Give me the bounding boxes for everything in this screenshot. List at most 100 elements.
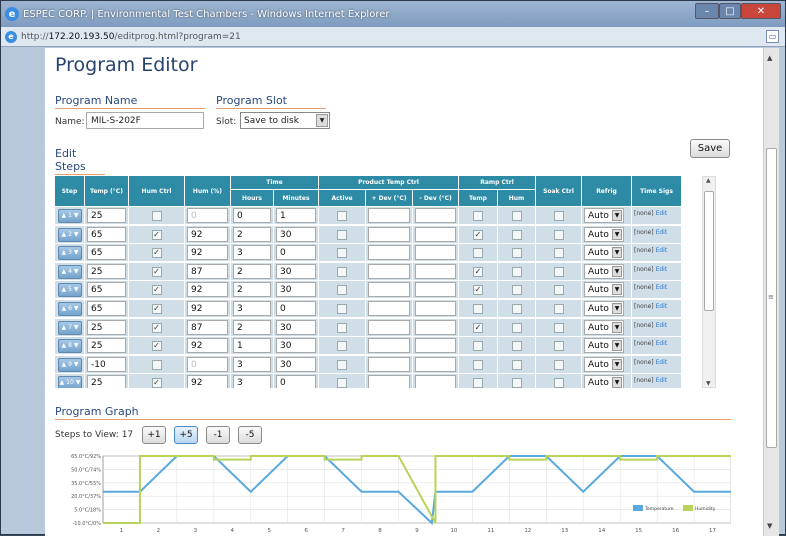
pdev-input[interactable] [368, 282, 410, 298]
refrig-select[interactable]: Auto ▼ [584, 263, 624, 279]
compatibility-icon[interactable]: ▭ [766, 30, 779, 43]
refrig-select[interactable]: Auto ▼ [584, 282, 624, 298]
ramp-temp-checkbox[interactable] [473, 304, 483, 314]
hum-ctrl-checkbox[interactable]: ✓ [151, 229, 162, 240]
save-button[interactable]: Save [690, 139, 730, 158]
ramp-temp-checkbox[interactable]: ✓ [473, 229, 483, 240]
mdev-input[interactable] [415, 375, 456, 388]
minutes-input[interactable]: 30 [276, 282, 316, 298]
page-scrollbar[interactable]: ▲ ≡ ▼ [763, 48, 779, 536]
hum-input[interactable]: 92 [187, 338, 228, 354]
minimize-button[interactable]: – [695, 3, 719, 19]
ramp-temp-checkbox[interactable] [473, 359, 483, 370]
refrig-select[interactable]: Auto ▼ [584, 375, 624, 388]
minutes-input[interactable]: 0 [276, 245, 316, 261]
minutes-input[interactable]: 30 [276, 338, 316, 354]
ramp-hum-checkbox[interactable] [511, 266, 522, 277]
scroll-down-icon[interactable]: ▼ [706, 380, 711, 387]
temp-input[interactable]: -10 [87, 356, 126, 372]
pdev-input[interactable] [368, 319, 410, 335]
mdev-input[interactable] [415, 208, 456, 223]
hours-input[interactable]: 1 [233, 338, 271, 354]
pdev-input[interactable] [368, 375, 410, 388]
step-move-button[interactable]: ▲ 8 ▼ [58, 339, 82, 354]
active-checkbox[interactable] [337, 359, 347, 370]
edit-link[interactable]: Edit [656, 247, 668, 254]
minutes-input[interactable]: 30 [276, 263, 316, 279]
refrig-select[interactable]: Auto ▼ [584, 319, 624, 335]
hum-ctrl-checkbox[interactable]: ✓ [151, 285, 162, 296]
temp-input[interactable]: 65 [87, 226, 126, 242]
ramp-temp-checkbox[interactable] [473, 341, 483, 352]
edit-link[interactable]: Edit [656, 322, 668, 329]
refrig-select[interactable]: Auto ▼ [584, 356, 624, 372]
minutes-input[interactable]: 30 [276, 319, 316, 335]
ramp-temp-checkbox[interactable] [473, 211, 483, 221]
url-text[interactable]: http://172.20.193.50/editprog.html?progr… [21, 32, 241, 42]
active-checkbox[interactable] [337, 266, 347, 277]
page-scroll-up-icon[interactable]: ▲ [767, 54, 772, 62]
pdev-input[interactable] [368, 245, 410, 261]
soak-checkbox[interactable] [553, 322, 564, 333]
temp-input[interactable]: 25 [87, 208, 126, 223]
active-checkbox[interactable] [337, 341, 347, 352]
pdev-input[interactable] [368, 338, 410, 354]
ramp-hum-checkbox[interactable] [511, 248, 522, 259]
active-checkbox[interactable] [337, 229, 347, 240]
hours-input[interactable]: 3 [233, 301, 271, 316]
plus-five-button[interactable]: +5 [174, 426, 198, 444]
table-scrollbar[interactable]: ▲ ▼ [702, 176, 716, 388]
scroll-up-icon[interactable]: ▲ [706, 177, 711, 184]
soak-checkbox[interactable] [553, 266, 564, 277]
hum-ctrl-checkbox[interactable] [151, 211, 162, 221]
active-checkbox[interactable] [337, 285, 347, 296]
hum-ctrl-checkbox[interactable]: ✓ [151, 266, 162, 277]
page-scroll-down-icon[interactable]: ▼ [767, 522, 772, 530]
hours-input[interactable]: 3 [233, 356, 271, 372]
step-move-button[interactable]: ▲ 1 ▼ [58, 209, 82, 223]
active-checkbox[interactable] [337, 211, 347, 221]
soak-checkbox[interactable] [553, 378, 564, 388]
pdev-input[interactable] [368, 356, 410, 372]
mdev-input[interactable] [415, 338, 456, 354]
ramp-hum-checkbox[interactable] [511, 341, 522, 352]
table-scroll-thumb[interactable] [704, 191, 714, 311]
hours-input[interactable]: 3 [233, 245, 271, 261]
minutes-input[interactable]: 30 [276, 226, 316, 242]
step-move-button[interactable]: ▲ 3 ▼ [58, 246, 82, 261]
step-move-button[interactable]: ▲ 5 ▼ [58, 283, 82, 298]
ramp-temp-checkbox[interactable]: ✓ [473, 266, 483, 277]
mdev-input[interactable] [415, 356, 456, 372]
active-checkbox[interactable] [337, 248, 347, 259]
minus-five-button[interactable]: -5 [238, 426, 262, 444]
mdev-input[interactable] [415, 263, 456, 279]
temp-input[interactable]: 65 [87, 245, 126, 261]
hum-ctrl-checkbox[interactable]: ✓ [151, 322, 162, 333]
slot-select[interactable]: Save to disk ▼ [240, 112, 330, 129]
minutes-input[interactable]: 30 [276, 356, 316, 372]
hours-input[interactable]: 2 [233, 319, 271, 335]
hours-input[interactable]: 0 [233, 208, 271, 223]
edit-link[interactable]: Edit [656, 284, 668, 291]
hours-input[interactable]: 2 [233, 263, 271, 279]
hum-ctrl-checkbox[interactable]: ✓ [151, 341, 162, 352]
step-move-button[interactable]: ▲ 2 ▼ [58, 227, 82, 242]
hum-ctrl-checkbox[interactable]: ✓ [151, 304, 162, 314]
soak-checkbox[interactable] [553, 211, 564, 221]
ramp-hum-checkbox[interactable] [511, 285, 522, 296]
hum-input[interactable]: 0 [187, 356, 228, 372]
refrig-select[interactable]: Auto ▼ [584, 226, 624, 242]
ramp-hum-checkbox[interactable] [511, 229, 522, 240]
edit-link[interactable]: Edit [656, 210, 668, 217]
temp-input[interactable]: 25 [87, 338, 126, 354]
temp-input[interactable]: 25 [87, 319, 126, 335]
hum-input[interactable]: 92 [187, 282, 228, 298]
ramp-temp-checkbox[interactable]: ✓ [473, 322, 483, 333]
pdev-input[interactable] [368, 301, 410, 316]
hum-input[interactable]: 92 [187, 245, 228, 261]
minus-one-button[interactable]: -1 [206, 426, 230, 444]
step-move-button[interactable]: ▲ 7 ▼ [58, 320, 82, 335]
hum-input[interactable]: 87 [187, 263, 228, 279]
temp-input[interactable]: 65 [87, 282, 126, 298]
active-checkbox[interactable] [337, 304, 347, 314]
